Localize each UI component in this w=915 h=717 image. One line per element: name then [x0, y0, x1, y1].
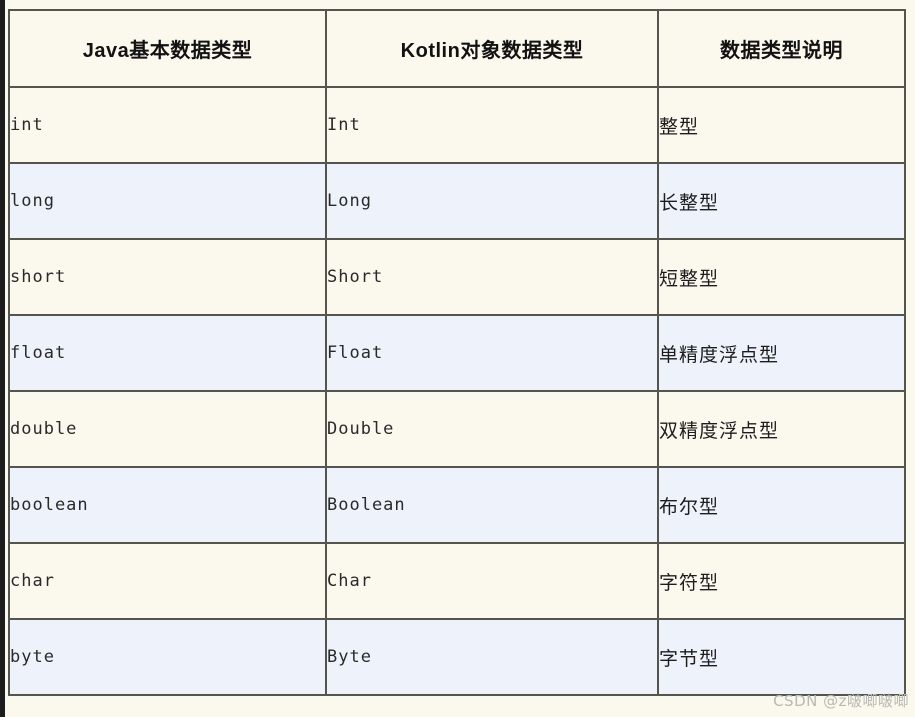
- cell-type-description: 字符型: [657, 542, 906, 620]
- cell-kotlin-type: Long: [325, 162, 659, 240]
- table-row: long Long 长整型: [8, 162, 906, 240]
- cell-kotlin-type: Float: [325, 314, 659, 392]
- java-kotlin-data-type-table: Java基本数据类型 Kotlin对象数据类型 数据类型说明 int Int 整…: [8, 9, 906, 696]
- cell-kotlin-type: Int: [325, 86, 659, 164]
- cell-kotlin-type: Double: [325, 390, 659, 468]
- left-edge-strip: [0, 0, 5, 717]
- cell-java-type: double: [8, 390, 327, 468]
- cell-kotlin-type: Char: [325, 542, 659, 620]
- table-row: char Char 字符型: [8, 542, 906, 620]
- table-row: byte Byte 字节型: [8, 618, 906, 696]
- table-row: int Int 整型: [8, 86, 906, 164]
- column-header-description: 数据类型说明: [657, 9, 906, 88]
- column-header-java: Java基本数据类型: [8, 9, 327, 88]
- cell-type-description: 短整型: [657, 238, 906, 316]
- cell-kotlin-type: Byte: [325, 618, 659, 696]
- cell-kotlin-type: Boolean: [325, 466, 659, 544]
- csdn-watermark: CSDN @z啵唧啵唧: [773, 692, 909, 710]
- cell-java-type: long: [8, 162, 327, 240]
- cell-java-type: float: [8, 314, 327, 392]
- table-row: float Float 单精度浮点型: [8, 314, 906, 392]
- table-body: int Int 整型 long Long 长整型 short Short 短整型…: [8, 86, 906, 696]
- column-header-kotlin: Kotlin对象数据类型: [325, 9, 659, 88]
- cell-java-type: char: [8, 542, 327, 620]
- cell-kotlin-type: Short: [325, 238, 659, 316]
- cell-type-description: 字节型: [657, 618, 906, 696]
- data-type-table-container: Java基本数据类型 Kotlin对象数据类型 数据类型说明 int Int 整…: [8, 9, 906, 696]
- cell-type-description: 长整型: [657, 162, 906, 240]
- cell-type-description: 双精度浮点型: [657, 390, 906, 468]
- cell-type-description: 布尔型: [657, 466, 906, 544]
- cell-type-description: 单精度浮点型: [657, 314, 906, 392]
- cell-java-type: int: [8, 86, 327, 164]
- table-row: boolean Boolean 布尔型: [8, 466, 906, 544]
- table-header: Java基本数据类型 Kotlin对象数据类型 数据类型说明: [8, 9, 906, 88]
- cell-java-type: boolean: [8, 466, 327, 544]
- table-header-row: Java基本数据类型 Kotlin对象数据类型 数据类型说明: [8, 9, 906, 88]
- cell-type-description: 整型: [657, 86, 906, 164]
- table-row: double Double 双精度浮点型: [8, 390, 906, 468]
- cell-java-type: short: [8, 238, 327, 316]
- cell-java-type: byte: [8, 618, 327, 696]
- table-row: short Short 短整型: [8, 238, 906, 316]
